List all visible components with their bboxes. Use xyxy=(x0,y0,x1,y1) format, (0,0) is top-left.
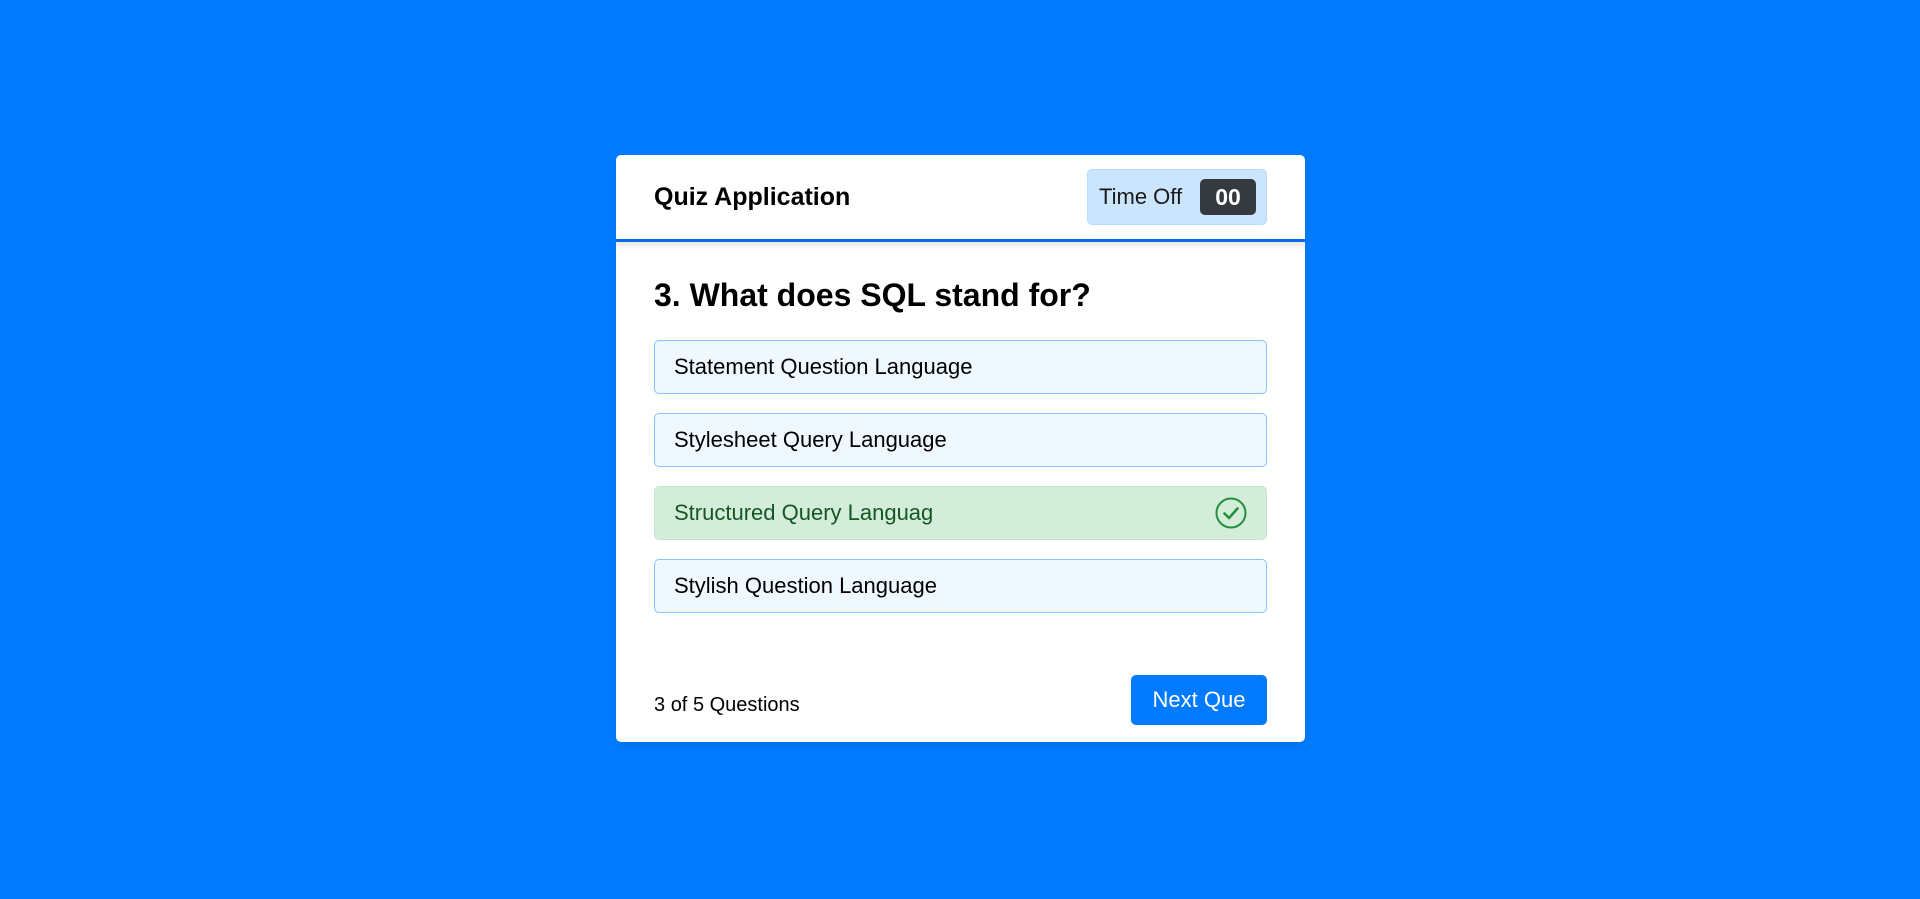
quiz-box: Quiz Application Time Off 00 3. What doe… xyxy=(616,155,1305,742)
option-item[interactable]: Stylish Question Language xyxy=(654,559,1267,614)
total-question-number: 5 xyxy=(692,694,705,716)
quiz-header: Quiz Application Time Off 00 xyxy=(616,155,1305,242)
timer-label: Time Off xyxy=(1099,184,1183,209)
option-item[interactable]: Stylesheet Query Language xyxy=(654,413,1267,468)
counter-questions-text: Questions xyxy=(709,694,800,716)
page-title: Quiz Application xyxy=(654,182,851,211)
question-text: 3. What does SQL stand for? xyxy=(654,277,1091,313)
question-counter: 3 of 5 Questions xyxy=(654,694,800,717)
timer: Time Off 00 xyxy=(1087,169,1267,225)
current-question-number: 3 xyxy=(654,694,666,716)
question-section: 3. What does SQL stand for? Statement Qu… xyxy=(616,242,1305,614)
check-circle-icon xyxy=(1215,497,1247,529)
option-label: Statement Question Language xyxy=(674,354,973,380)
next-question-button[interactable]: Next Que xyxy=(1131,674,1267,725)
option-list: Statement Question Language Stylesheet Q… xyxy=(654,340,1267,614)
option-item-correct[interactable]: Structured Query Languag xyxy=(654,486,1267,541)
option-label: Stylish Question Language xyxy=(674,573,937,599)
option-item[interactable]: Statement Question Language xyxy=(654,340,1267,395)
quiz-footer: 3 of 5 Questions Next Que xyxy=(616,669,1305,742)
counter-of-text: of xyxy=(670,694,688,716)
option-label: Structured Query Languag xyxy=(674,500,934,526)
timer-seconds: 00 xyxy=(1200,179,1256,215)
option-label: Stylesheet Query Language xyxy=(674,427,947,453)
